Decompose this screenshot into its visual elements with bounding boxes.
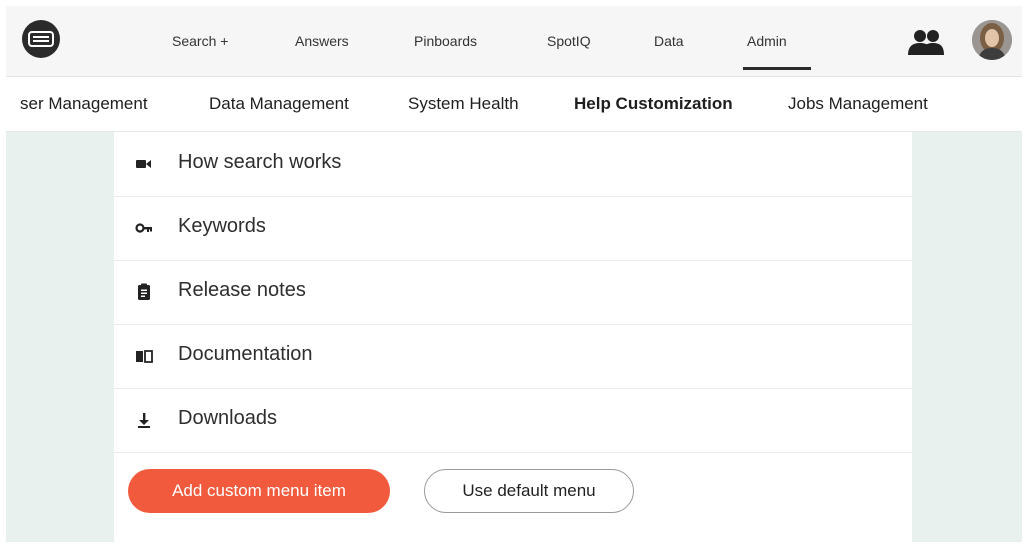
user-avatar[interactable] — [972, 20, 1012, 60]
primary-nav: Search + Answers Pinboards SpotIQ Data A… — [6, 6, 1022, 76]
people-icon[interactable] — [908, 29, 944, 55]
menu-item-documentation[interactable]: Documentation — [114, 324, 912, 389]
nav-link-data[interactable]: Data — [654, 33, 684, 49]
tab-user-management[interactable]: ser Management — [20, 94, 148, 114]
add-custom-menu-item-button[interactable]: Add custom menu item — [128, 469, 390, 513]
admin-tabs: ser Management Data Management System He… — [6, 77, 1022, 132]
nav-link-admin[interactable]: Admin — [743, 33, 811, 70]
download-icon — [138, 413, 150, 428]
menu-item-label: How search works — [178, 151, 342, 173]
tab-data-management[interactable]: Data Management — [209, 94, 349, 114]
key-icon — [135, 223, 152, 233]
app-window: Search + Answers Pinboards SpotIQ Data A… — [6, 6, 1022, 542]
menu-item-downloads[interactable]: Downloads — [114, 388, 912, 453]
book-icon — [136, 350, 153, 363]
menu-item-how-search-works[interactable]: How search works — [114, 132, 912, 197]
nav-link-pinboards[interactable]: Pinboards — [414, 33, 477, 49]
content-area: How search works Keywords Release notes … — [6, 132, 1022, 542]
video-camera-icon — [136, 160, 151, 168]
nav-link-answers[interactable]: Answers — [295, 33, 349, 49]
help-menu-panel: How search works Keywords Release notes … — [114, 132, 912, 542]
menu-item-label: Documentation — [178, 343, 313, 365]
menu-item-keywords[interactable]: Keywords — [114, 196, 912, 261]
tab-system-health[interactable]: System Health — [408, 94, 519, 114]
tab-jobs-management[interactable]: Jobs Management — [788, 94, 928, 114]
avatar-icon — [972, 20, 1012, 60]
nav-link-search[interactable]: Search + — [172, 33, 228, 49]
menu-item-label: Release notes — [178, 279, 306, 301]
tab-help-customization[interactable]: Help Customization — [574, 94, 733, 114]
menu-item-label: Keywords — [178, 215, 266, 237]
nav-link-spotiq[interactable]: SpotIQ — [547, 33, 591, 49]
top-navigation: Search + Answers Pinboards SpotIQ Data A… — [6, 6, 1022, 77]
clipboard-icon — [138, 283, 150, 300]
use-default-menu-button[interactable]: Use default menu — [424, 469, 634, 513]
menu-item-release-notes[interactable]: Release notes — [114, 260, 912, 325]
menu-item-label: Downloads — [178, 407, 277, 429]
